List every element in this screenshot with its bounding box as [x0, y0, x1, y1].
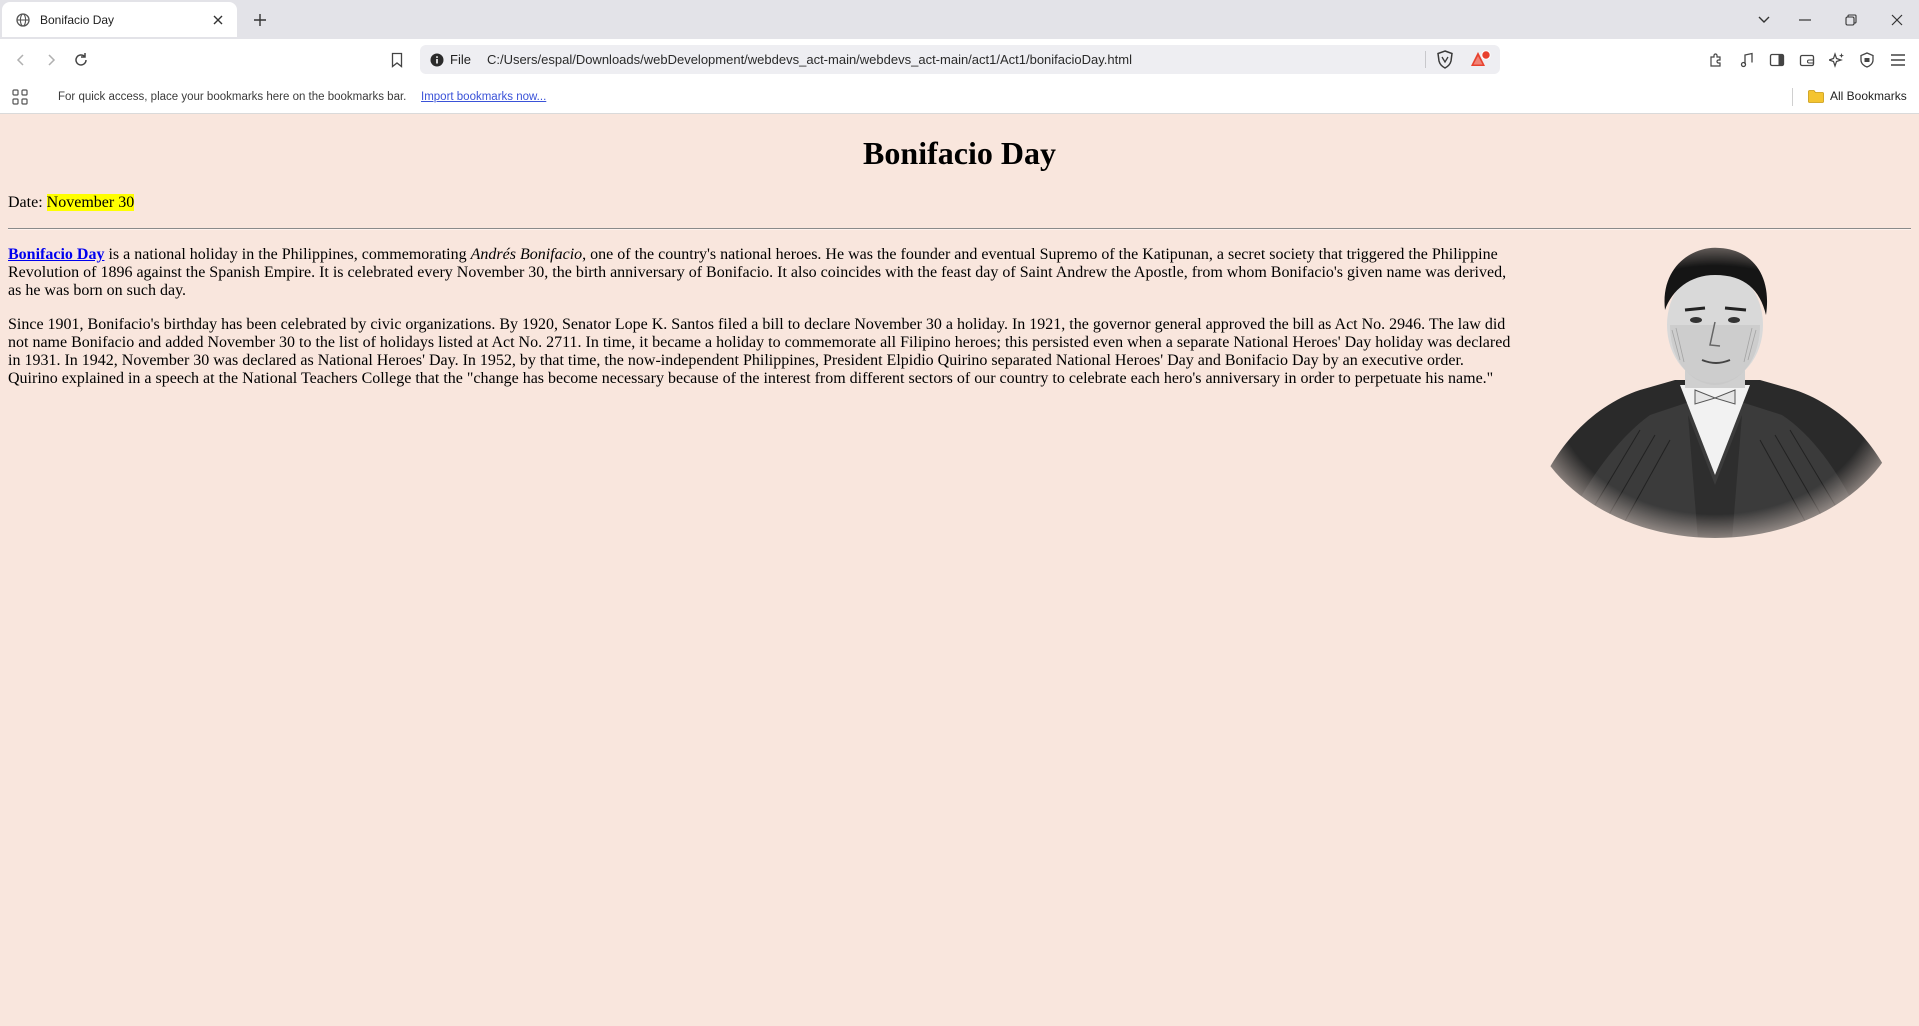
paragraph-intro: Bonifacio Day is a national holiday in t…: [8, 246, 1513, 300]
date-line: Date: November 30: [8, 194, 135, 212]
bookmarks-bar: For quick access, place your bookmarks h…: [0, 80, 1919, 114]
brave-rewards-icon[interactable]: [1470, 50, 1492, 74]
media-icon[interactable]: [1735, 48, 1759, 72]
tab-strip: Bonifacio Day: [0, 0, 1919, 39]
page-viewport: Bonifacio Day Date: November 30 Bonifaci…: [0, 115, 1919, 1026]
restore-icon[interactable]: [1840, 9, 1862, 31]
info-icon[interactable]: [430, 53, 444, 67]
vpn-icon[interactable]: [1855, 48, 1879, 72]
brave-shields-icon[interactable]: [1436, 50, 1454, 74]
bonifacio-portrait-image: [1525, 247, 1908, 540]
back-icon[interactable]: [9, 48, 33, 72]
leo-ai-icon[interactable]: [1825, 48, 1849, 72]
wallet-icon[interactable]: [1795, 48, 1819, 72]
all-bookmarks-button[interactable]: All Bookmarks: [1808, 89, 1907, 103]
import-bookmarks-link[interactable]: Import bookmarks now...: [421, 91, 546, 103]
date-value: November 30: [46, 194, 135, 211]
address-bar[interactable]: File C:/Users/espal/Downloads/webDevelop…: [420, 45, 1500, 74]
plus-icon[interactable]: [249, 9, 271, 31]
scheme-label: File: [450, 52, 471, 67]
apps-grid-icon[interactable]: [12, 89, 28, 110]
folder-icon: [1808, 89, 1824, 103]
bonifacio-day-link[interactable]: Bonifacio Day: [8, 246, 104, 263]
intro-text-a: is a national holiday in the Philippines…: [104, 246, 471, 263]
andres-bonifacio-italic: Andrés Bonifacio: [470, 246, 583, 263]
menu-icon[interactable]: [1886, 48, 1910, 72]
omnibox-divider: [1425, 51, 1426, 68]
minimize-icon[interactable]: [1794, 9, 1816, 31]
tab-title: Bonifacio Day: [40, 12, 115, 27]
bookmarks-divider: [1792, 88, 1793, 106]
all-bookmarks-label: All Bookmarks: [1830, 89, 1907, 103]
close-window-icon[interactable]: [1886, 9, 1908, 31]
sidebar-icon[interactable]: [1765, 48, 1789, 72]
horizontal-rule: [8, 228, 1911, 230]
chevron-down-icon[interactable]: [1753, 9, 1775, 31]
extensions-icon[interactable]: [1704, 48, 1728, 72]
article-body: Bonifacio Day is a national holiday in t…: [8, 246, 1513, 404]
reload-icon[interactable]: [69, 48, 93, 72]
forward-icon[interactable]: [39, 48, 63, 72]
close-icon[interactable]: [209, 11, 227, 29]
globe-icon: [16, 12, 30, 27]
bookmarks-prompt: For quick access, place your bookmarks h…: [58, 91, 407, 103]
tab-bonifacio-day[interactable]: Bonifacio Day: [2, 2, 237, 37]
browser-toolbar: File C:/Users/espal/Downloads/webDevelop…: [0, 39, 1919, 80]
page-title: Bonifacio Day: [863, 135, 1056, 171]
paragraph-history: Since 1901, Bonifacio's birthday has bee…: [8, 316, 1511, 387]
url-text[interactable]: C:/Users/espal/Downloads/webDevelopment/…: [487, 52, 1132, 67]
bookmark-icon[interactable]: [385, 48, 409, 72]
date-label: Date:: [8, 194, 47, 211]
